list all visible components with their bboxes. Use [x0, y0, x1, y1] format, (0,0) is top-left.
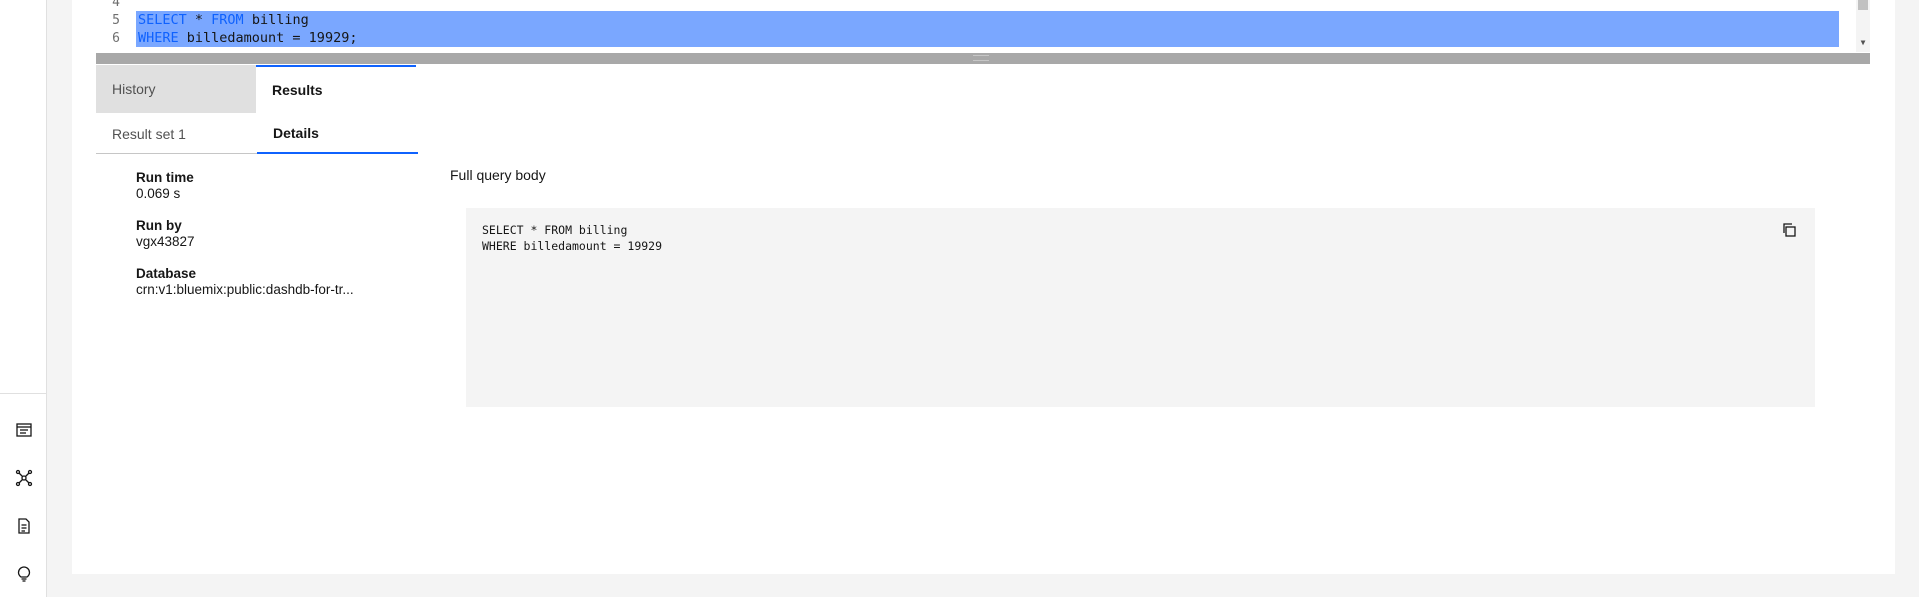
pane-splitter[interactable]	[96, 53, 1870, 64]
run-by-label: Run by	[136, 218, 182, 233]
scrollbar-thumb[interactable]	[1858, 0, 1868, 10]
query-body-text: SELECT * FROM billing WHERE billedamount…	[482, 223, 663, 253]
code-token: *	[186, 12, 212, 28]
line-number: 4	[112, 0, 120, 10]
code-token: billedamount = 19929;	[178, 30, 358, 46]
database-label: Database	[136, 266, 197, 281]
line-number: 5	[112, 12, 120, 28]
left-rail	[0, 0, 47, 597]
splitter-grip-icon[interactable]	[973, 55, 989, 61]
copy-icon[interactable]	[1781, 222, 1799, 240]
query-body-box: SELECT * FROM billing WHERE billedamount…	[466, 208, 1815, 407]
query-body-heading: Full query body	[450, 167, 546, 183]
line-number: 6	[112, 30, 120, 46]
sql-workspace: 4 5 SELECT * FROM billing 6 WHERE billed…	[72, 0, 1895, 574]
sql-keyword: WHERE	[138, 30, 179, 46]
editor-line: 6 WHERE billedamount = 19929;	[96, 29, 1856, 47]
editor-scrollbar[interactable]: ▼	[1856, 0, 1870, 52]
tab-details[interactable]: Details	[257, 114, 418, 154]
document-icon[interactable]	[12, 514, 36, 538]
lightbulb-icon[interactable]	[12, 562, 36, 586]
code-text: SELECT * FROM billing	[138, 12, 309, 28]
sql-editor[interactable]: 4 5 SELECT * FROM billing 6 WHERE billed…	[96, 0, 1870, 52]
database-value: crn:v1:bluemix:public:dashdb-for-tr...	[136, 282, 354, 297]
code-text: WHERE billedamount = 19929;	[138, 30, 357, 46]
data-model-icon[interactable]	[12, 466, 36, 490]
tab-results[interactable]: Results	[256, 65, 416, 113]
sql-keyword: FROM	[211, 12, 244, 28]
tab-result-set-1[interactable]: Result set 1	[96, 114, 257, 154]
tab-history[interactable]: History	[96, 65, 256, 113]
run-by-value: vgx43827	[136, 234, 195, 249]
sql-keyword: SELECT	[138, 12, 187, 28]
editor-line: 4	[96, 0, 1856, 11]
run-time-value: 0.069 s	[136, 186, 181, 201]
code-token: billing	[243, 12, 309, 28]
scroll-down-icon[interactable]: ▼	[1858, 38, 1868, 48]
sql-editor-icon[interactable]	[12, 418, 36, 442]
run-time-label: Run time	[136, 170, 194, 185]
editor-line: 5 SELECT * FROM billing	[96, 11, 1856, 29]
rail-divider	[0, 393, 47, 394]
